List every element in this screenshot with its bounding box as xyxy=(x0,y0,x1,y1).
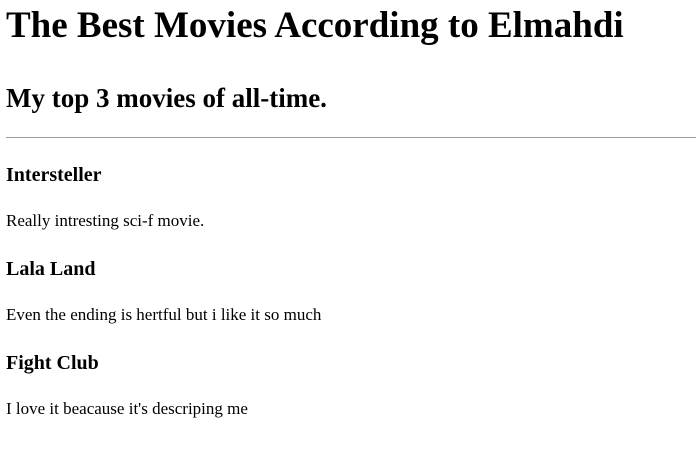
movie-title: Lala Land xyxy=(6,258,96,280)
page-content: The Best Movies According to Elmahdi My … xyxy=(0,0,696,419)
movie-title: Intersteller xyxy=(6,164,102,186)
movie-description: I love it beacause it's descriping me xyxy=(6,399,248,418)
page-subtitle: My top 3 movies of all-time. xyxy=(6,83,327,113)
movie-list: Intersteller Really intresting sci-f mov… xyxy=(6,138,696,419)
list-item: Lala Land Even the ending is hertful but… xyxy=(6,231,696,325)
list-item: Intersteller Really intresting sci-f mov… xyxy=(6,138,696,231)
list-item: Fight Club I love it beacause it's descr… xyxy=(6,325,696,419)
page-title: The Best Movies According to Elmahdi xyxy=(6,5,624,46)
movie-description: Really intresting sci-f movie. xyxy=(6,211,205,230)
movie-title: Fight Club xyxy=(6,352,99,374)
movie-description: Even the ending is hertful but i like it… xyxy=(6,305,322,324)
